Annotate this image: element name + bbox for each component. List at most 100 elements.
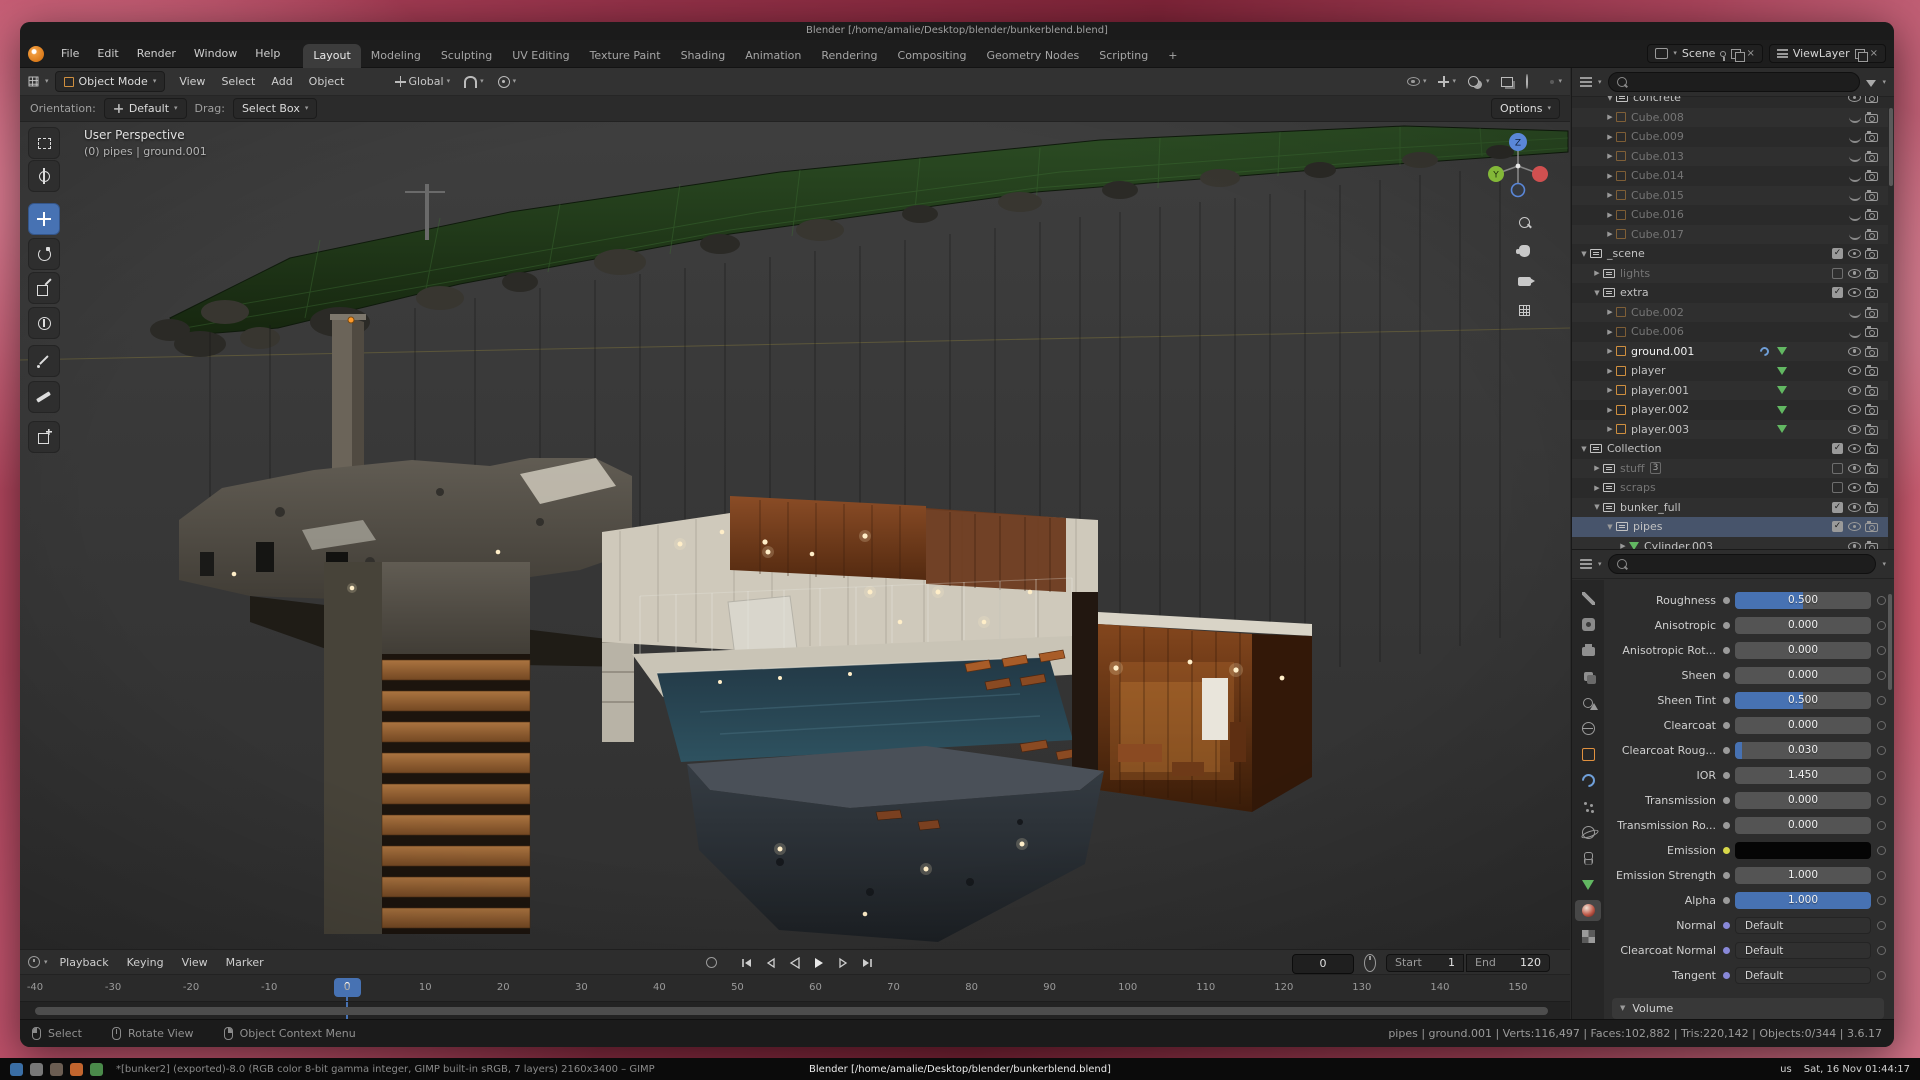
camera-render-icon[interactable] xyxy=(1865,484,1878,493)
outliner-row-ground-001[interactable]: ▶ground.001 xyxy=(1572,342,1888,362)
camera-render-icon[interactable] xyxy=(1865,309,1878,318)
outliner-row-cylinder-003[interactable]: ▶Cylinder.003 xyxy=(1572,537,1888,550)
keyframe-decorator-icon[interactable] xyxy=(1877,921,1886,930)
taskbar-clock[interactable]: Sat, 16 Nov 01:44:17 xyxy=(1804,1064,1910,1075)
pin-icon[interactable] xyxy=(1720,51,1726,57)
ortho-toggle-button[interactable] xyxy=(1511,297,1537,323)
add-workspace-button[interactable]: + xyxy=(1158,44,1187,68)
expand-icon[interactable]: ▶ xyxy=(1604,347,1616,355)
expand-icon[interactable]: ▶ xyxy=(1604,425,1616,433)
tab-texture-paint[interactable]: Texture Paint xyxy=(580,44,671,68)
camera-render-icon[interactable] xyxy=(1865,133,1878,142)
tool-select-box[interactable] xyxy=(28,127,60,159)
blender-logo-icon[interactable] xyxy=(28,46,44,62)
eye-icon[interactable] xyxy=(1848,269,1861,278)
properties-tab-render[interactable] xyxy=(1575,614,1601,635)
shading-material-button[interactable] xyxy=(1542,80,1546,84)
expand-icon[interactable]: ▶ xyxy=(1604,367,1616,375)
camera-render-icon[interactable] xyxy=(1865,114,1878,123)
keyframe-decorator-icon[interactable] xyxy=(1877,971,1886,980)
outliner-scrollbar[interactable] xyxy=(1889,108,1893,186)
eye-icon[interactable] xyxy=(1848,464,1861,473)
volume-section-header[interactable]: ▼Volume xyxy=(1612,998,1884,1019)
checkbox-unchecked-icon[interactable] xyxy=(1832,482,1843,493)
outliner-row-player-001[interactable]: ▶player.001 xyxy=(1572,381,1888,401)
menu-edit[interactable]: Edit xyxy=(88,44,127,63)
outliner-row-cube-013[interactable]: ▶Cube.013 xyxy=(1572,147,1888,167)
normal-field[interactable]: Default xyxy=(1735,917,1871,934)
ior-field[interactable]: 1.450 xyxy=(1735,767,1871,784)
outliner-row-cube-014[interactable]: ▶Cube.014 xyxy=(1572,166,1888,186)
eye-icon[interactable] xyxy=(1848,503,1861,512)
keyframe-decorator-icon[interactable] xyxy=(1877,721,1886,730)
collapse-icon[interactable]: ▼ xyxy=(1604,523,1616,531)
camera-render-icon[interactable] xyxy=(1865,211,1878,220)
camera-render-icon[interactable] xyxy=(1865,172,1878,181)
checkbox-checked-icon[interactable]: ✓ xyxy=(1832,502,1843,513)
viewport-3d[interactable]: User Perspective (0) pipes | ground.001 … xyxy=(20,122,1570,949)
outliner-row-extra[interactable]: ▼extra✓ xyxy=(1572,283,1888,303)
eye-icon[interactable] xyxy=(1848,483,1861,492)
eye-closed-icon[interactable] xyxy=(1849,115,1861,123)
tab-scripting[interactable]: Scripting xyxy=(1089,44,1158,68)
properties-tab-material[interactable] xyxy=(1575,900,1601,921)
editor-type-icon[interactable] xyxy=(29,77,39,87)
eye-icon[interactable] xyxy=(1848,96,1861,102)
camera-render-icon[interactable] xyxy=(1865,96,1878,103)
tool-add-cube[interactable] xyxy=(28,421,60,453)
orientation-default-dropdown[interactable]: Default ▾ xyxy=(104,98,187,119)
collapse-icon[interactable]: ▼ xyxy=(1591,503,1603,511)
menu-file[interactable]: File xyxy=(52,44,88,63)
drag-mode-dropdown[interactable]: Select Box ▾ xyxy=(233,98,317,119)
tab-uv-editing[interactable]: UV Editing xyxy=(502,44,579,68)
expand-icon[interactable]: ▶ xyxy=(1604,308,1616,316)
tool-transform[interactable] xyxy=(28,307,60,339)
viewport-menu-add[interactable]: Add xyxy=(263,72,300,91)
tool-rotate[interactable] xyxy=(28,238,60,270)
tool-annotate[interactable] xyxy=(28,345,60,377)
keyboard-layout-indicator[interactable]: us xyxy=(1780,1064,1792,1075)
camera-render-icon[interactable] xyxy=(1865,348,1878,357)
transmission-ro-field[interactable]: 0.000 xyxy=(1735,817,1871,834)
outliner-row-concrete[interactable]: ▼concrete xyxy=(1572,96,1888,108)
eye-icon[interactable] xyxy=(1848,366,1861,375)
properties-tab-world[interactable] xyxy=(1575,718,1601,739)
timeline-editor-icon[interactable] xyxy=(28,956,40,968)
collapse-icon[interactable]: ▼ xyxy=(1578,445,1590,453)
keyframe-decorator-icon[interactable] xyxy=(1877,946,1886,955)
expand-icon[interactable]: ▶ xyxy=(1604,191,1616,199)
keyframe-decorator-icon[interactable] xyxy=(1877,621,1886,630)
snapping-toggle[interactable]: ▾ xyxy=(460,73,488,91)
viewport-menu-view[interactable]: View xyxy=(171,72,213,91)
taskbar-icon-browser[interactable] xyxy=(70,1063,83,1076)
frame-end-field[interactable]: End 120 xyxy=(1466,954,1550,972)
roughness-field[interactable]: 0.500 xyxy=(1735,592,1871,609)
expand-icon[interactable]: ▶ xyxy=(1604,133,1616,141)
properties-tab-view-layer[interactable] xyxy=(1575,666,1601,687)
properties-tab-object[interactable] xyxy=(1575,744,1601,765)
taskbar-icon-editor[interactable] xyxy=(90,1063,103,1076)
tab-compositing[interactable]: Compositing xyxy=(888,44,977,68)
expand-icon[interactable]: ▶ xyxy=(1604,406,1616,414)
mode-dropdown[interactable]: Object Mode ▾ xyxy=(55,71,166,92)
auto-keying-toggle[interactable] xyxy=(706,954,717,972)
collapse-icon[interactable]: ▼ xyxy=(1591,289,1603,297)
viewport-menu-object[interactable]: Object xyxy=(301,72,353,91)
properties-search-input[interactable] xyxy=(1633,557,1868,571)
eye-icon[interactable] xyxy=(1848,288,1861,297)
outliner-row-cube-017[interactable]: ▶Cube.017 xyxy=(1572,225,1888,245)
camera-render-icon[interactable] xyxy=(1865,192,1878,201)
clearcoat-field[interactable]: 0.000 xyxy=(1735,717,1871,734)
outliner-editor-icon[interactable] xyxy=(1580,77,1592,87)
shading-rendered-button[interactable] xyxy=(1550,80,1554,84)
viewport-menu-select[interactable]: Select xyxy=(213,72,263,91)
viewlayer-selector[interactable]: ViewLayer × xyxy=(1769,44,1886,63)
keyframe-decorator-icon[interactable] xyxy=(1877,896,1886,905)
timeline-menu-keying[interactable]: Keying xyxy=(119,953,172,972)
eye-icon[interactable] xyxy=(1848,405,1861,414)
checkbox-checked-icon[interactable]: ✓ xyxy=(1832,443,1843,454)
tab-geometry-nodes[interactable]: Geometry Nodes xyxy=(976,44,1089,68)
window-titlebar[interactable]: Blender [/home/amalie/Desktop/blender/bu… xyxy=(20,22,1894,40)
play-button[interactable] xyxy=(808,954,830,972)
outliner-row-player-002[interactable]: ▶player.002 xyxy=(1572,400,1888,420)
